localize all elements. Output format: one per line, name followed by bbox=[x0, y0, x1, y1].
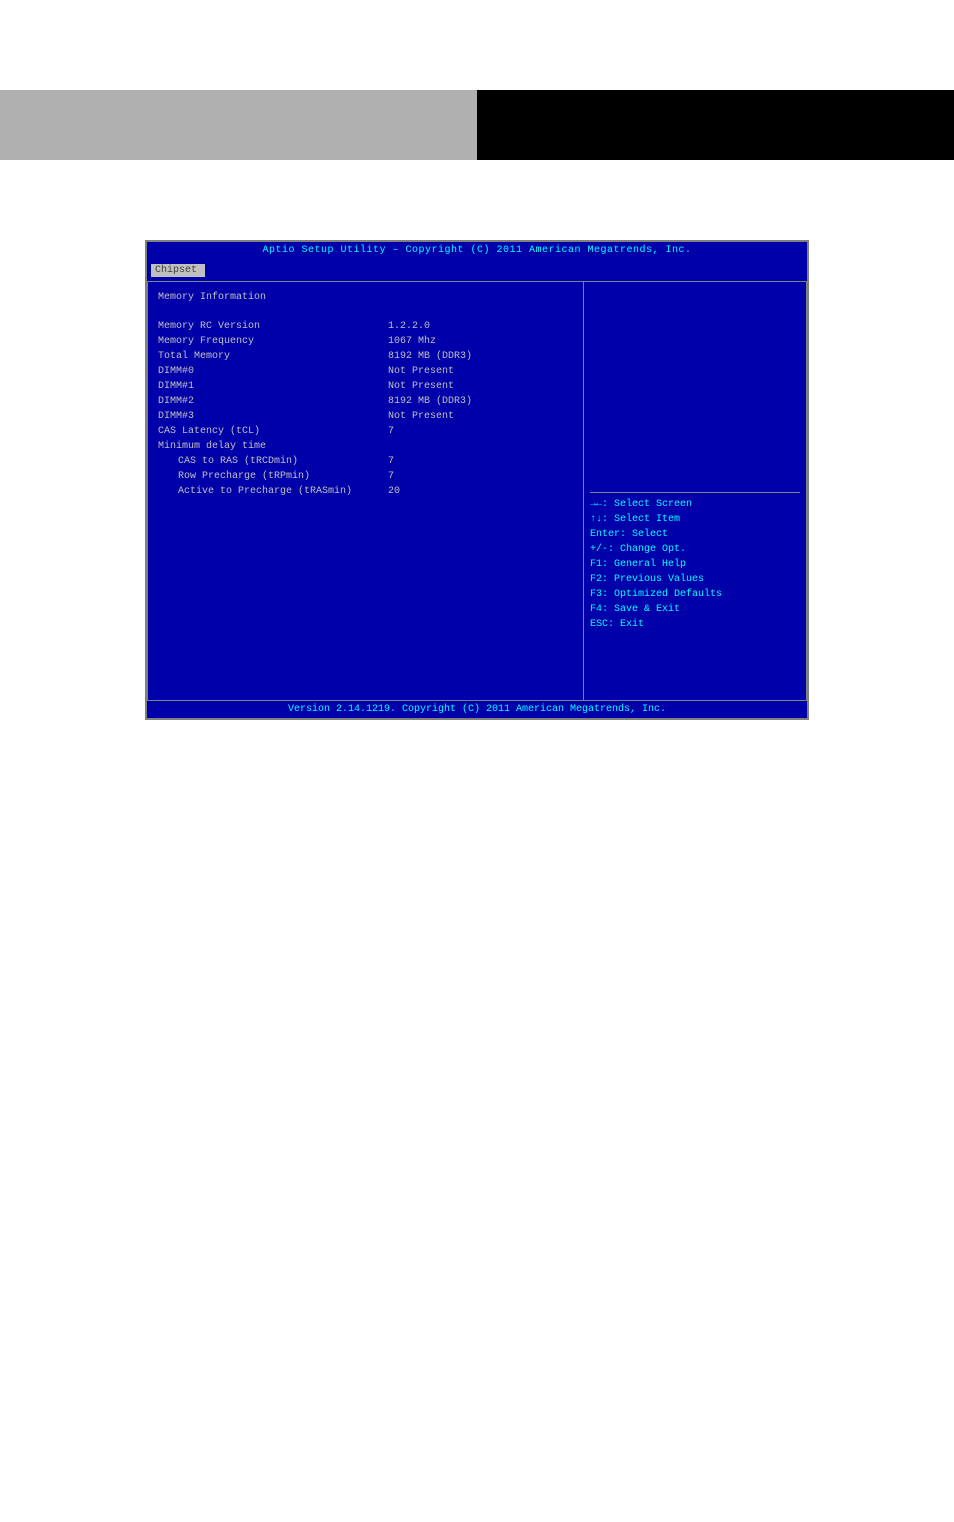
tab-chipset[interactable]: Chipset bbox=[151, 264, 205, 277]
help-general: F1: General Help bbox=[590, 557, 800, 572]
info-row-indent: Active to Precharge (tRASmin) 20 bbox=[158, 484, 573, 499]
info-row: DIMM#1 Not Present bbox=[158, 379, 573, 394]
main-panel: Memory Information Memory RC Version 1.2… bbox=[147, 281, 583, 701]
info-value: Not Present bbox=[388, 409, 454, 424]
info-value: 1067 Mhz bbox=[388, 334, 436, 349]
section-title: Memory Information bbox=[158, 290, 573, 305]
bios-body: Memory Information Memory RC Version 1.2… bbox=[147, 281, 807, 701]
top-bar bbox=[0, 90, 954, 160]
info-label: CAS Latency (tCL) bbox=[158, 424, 388, 439]
info-value: 7 bbox=[388, 424, 394, 439]
info-row: Total Memory 8192 MB (DDR3) bbox=[158, 349, 573, 364]
side-panel: →←: Select Screen ↑↓: Select Item Enter:… bbox=[583, 281, 807, 701]
top-bar-right bbox=[477, 90, 954, 160]
info-row: DIMM#3 Not Present bbox=[158, 409, 573, 424]
info-label: Active to Precharge (tRASmin) bbox=[178, 484, 388, 499]
info-value: 1.2.2.0 bbox=[388, 319, 430, 334]
info-row: DIMM#2 8192 MB (DDR3) bbox=[158, 394, 573, 409]
info-value: 8192 MB (DDR3) bbox=[388, 349, 472, 364]
info-label: DIMM#0 bbox=[158, 364, 388, 379]
help-optimized: F3: Optimized Defaults bbox=[590, 587, 800, 602]
info-label: DIMM#3 bbox=[158, 409, 388, 424]
bios-footer: Version 2.14.1219. Copyright (C) 2011 Am… bbox=[147, 701, 807, 718]
info-row-indent: Row Precharge (tRPmin) 7 bbox=[158, 469, 573, 484]
help-enter: Enter: Select bbox=[590, 527, 800, 542]
info-value: 8192 MB (DDR3) bbox=[388, 394, 472, 409]
help-change-opt: +/-: Change Opt. bbox=[590, 542, 800, 557]
info-label: Total Memory bbox=[158, 349, 388, 364]
info-row: Minimum delay time bbox=[158, 439, 573, 454]
info-label: Memory RC Version bbox=[158, 319, 388, 334]
info-row: Memory RC Version 1.2.2.0 bbox=[158, 319, 573, 334]
info-row: DIMM#0 Not Present bbox=[158, 364, 573, 379]
help-save-exit: F4: Save & Exit bbox=[590, 602, 800, 617]
info-label: Row Precharge (tRPmin) bbox=[178, 469, 388, 484]
info-label: Minimum delay time bbox=[158, 439, 388, 454]
help-section: →←: Select Screen ↑↓: Select Item Enter:… bbox=[590, 492, 800, 632]
help-select-item: ↑↓: Select Item bbox=[590, 512, 800, 527]
tabs-row: Chipset bbox=[147, 259, 807, 281]
info-row: Memory Frequency 1067 Mhz bbox=[158, 334, 573, 349]
info-label: CAS to RAS (tRCDmin) bbox=[178, 454, 388, 469]
info-value: Not Present bbox=[388, 364, 454, 379]
bios-header: Aptio Setup Utility – Copyright (C) 2011… bbox=[147, 242, 807, 259]
info-label: Memory Frequency bbox=[158, 334, 388, 349]
info-value: 20 bbox=[388, 484, 400, 499]
top-bar-left bbox=[0, 90, 477, 160]
info-value: 7 bbox=[388, 454, 394, 469]
info-row: CAS Latency (tCL) 7 bbox=[158, 424, 573, 439]
info-row-indent: CAS to RAS (tRCDmin) 7 bbox=[158, 454, 573, 469]
info-label: DIMM#2 bbox=[158, 394, 388, 409]
info-label: DIMM#1 bbox=[158, 379, 388, 394]
info-value: Not Present bbox=[388, 379, 454, 394]
bios-window: Aptio Setup Utility – Copyright (C) 2011… bbox=[145, 240, 809, 720]
help-select-screen: →←: Select Screen bbox=[590, 497, 800, 512]
help-previous: F2: Previous Values bbox=[590, 572, 800, 587]
help-esc: ESC: Exit bbox=[590, 617, 800, 632]
info-value: 7 bbox=[388, 469, 394, 484]
